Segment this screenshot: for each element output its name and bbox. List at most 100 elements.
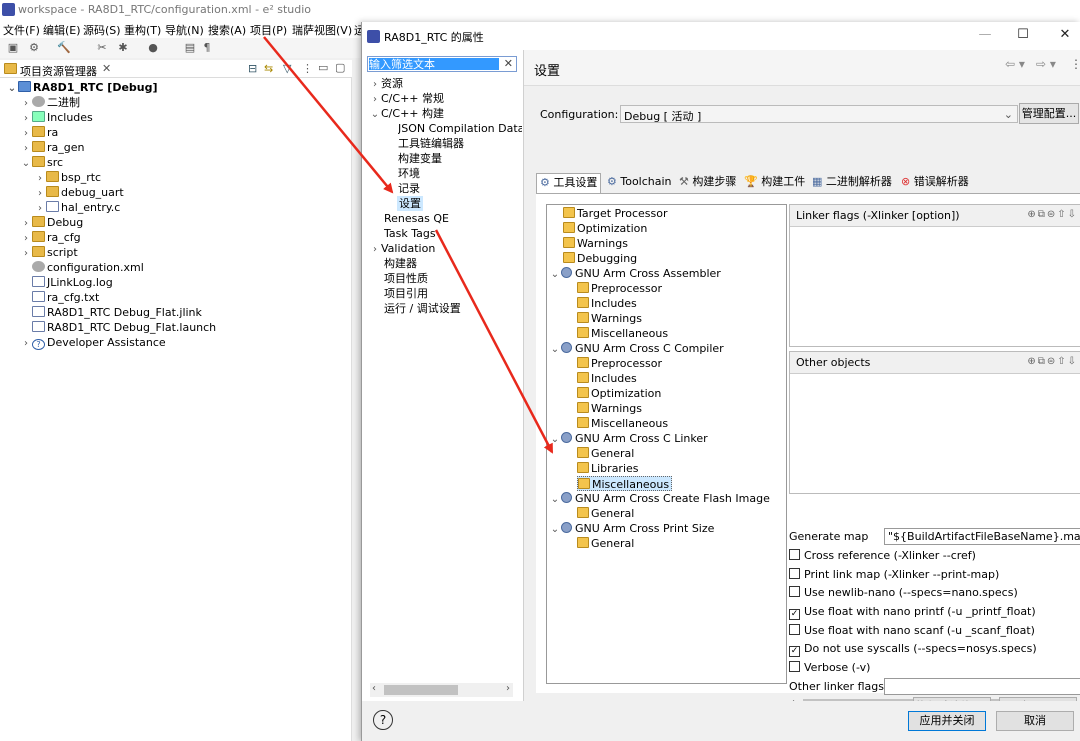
chevron-right-icon[interactable]: › (20, 126, 32, 141)
nav-item-resource[interactable]: ›资源 (369, 76, 403, 91)
tree-item-flash-image[interactable]: ⌄GNU Arm Cross Create Flash Image (549, 491, 770, 506)
nav-item-build-variables[interactable]: 构建变量 (398, 151, 442, 166)
checkbox[interactable] (789, 568, 800, 579)
chevron-right-icon[interactable]: › (20, 216, 32, 231)
chevron-right-icon[interactable]: › (34, 171, 46, 186)
nav-item-run-debug[interactable]: 运行 / 调试设置 (384, 301, 461, 316)
checkbox[interactable] (789, 549, 800, 560)
nav-item-task-tags[interactable]: Task Tags (384, 226, 436, 241)
tree-item-cc-optimization[interactable]: Optimization (577, 386, 661, 401)
chevron-right-icon[interactable]: › (20, 336, 32, 351)
tree-item-bsp-rtc[interactable]: ›bsp_rtc (34, 170, 101, 185)
tool-icon[interactable]: ✂ (95, 41, 109, 55)
tree-item-size-general[interactable]: General (577, 536, 634, 551)
clear-filter-icon[interactable]: ✕ (504, 57, 513, 70)
tree-item-ra-gen[interactable]: ›ra_gen (20, 140, 85, 155)
chevron-right-icon[interactable]: › (369, 242, 381, 257)
filter-input[interactable] (369, 58, 499, 70)
view-menu-icon[interactable]: ⋮ (302, 62, 313, 75)
chevron-right-icon[interactable]: › (20, 246, 32, 261)
filter-field[interactable]: ✕ (367, 56, 517, 72)
tree-item-launch[interactable]: RA8D1_RTC Debug_Flat.launch (20, 320, 216, 335)
open-icon[interactable]: ▤ (183, 41, 197, 55)
tree-item-ra[interactable]: ›ra (20, 125, 58, 140)
tree-item-jlink[interactable]: RA8D1_RTC Debug_Flat.jlink (20, 305, 202, 320)
linker-flags-list[interactable]: Linker flags (-Xlinker [option]) ⊕⧉⊜⇧⇩ (789, 204, 1080, 347)
nav-item-validation[interactable]: ›Validation (369, 241, 435, 256)
manage-configurations-button[interactable]: 管理配置... (1019, 103, 1079, 124)
generate-map-input[interactable]: "${BuildArtifactFileBaseName}.map" (884, 528, 1080, 545)
chevron-right-icon[interactable]: › (20, 231, 32, 246)
chevron-right-icon[interactable]: › (20, 96, 32, 111)
tree-item-src[interactable]: ⌄src (20, 155, 63, 170)
nav-item-environment[interactable]: 环境 (398, 166, 420, 181)
menu-source[interactable]: 源码(S) (83, 22, 121, 38)
tree-item-ra-cfg-txt[interactable]: ra_cfg.txt (20, 290, 99, 305)
nav-item-cpp-general[interactable]: ›C/C++ 常规 (369, 91, 444, 106)
tree-item-print-size[interactable]: ⌄GNU Arm Cross Print Size (549, 521, 714, 536)
checkbox[interactable] (789, 624, 800, 635)
cancel-button[interactable]: 取消 (996, 711, 1074, 731)
tree-item-debugging[interactable]: Debugging (563, 251, 637, 266)
chevron-down-icon[interactable]: ⌄ (549, 342, 561, 357)
close-icon[interactable]: ✕ (102, 62, 111, 75)
option-float-scanf[interactable]: Use float with nano scanf (-u _scanf_flo… (789, 623, 1035, 639)
chevron-down-icon[interactable]: ⌄ (369, 107, 381, 122)
menu-search[interactable]: 搜索(A) (208, 22, 246, 38)
menu-navigate[interactable]: 导航(N) (165, 22, 204, 38)
tree-item-script[interactable]: ›script (20, 245, 78, 260)
tree-item-flash-general[interactable]: General (577, 506, 634, 521)
tree-item-cc-preprocessor[interactable]: Preprocessor (577, 356, 662, 371)
option-newlib-nano[interactable]: Use newlib-nano (--specs=nano.specs) (789, 585, 1018, 601)
list-actions-icon[interactable]: ⊕⧉⊜⇧⇩ (1027, 356, 1078, 367)
tree-item-jlinklog[interactable]: JLinkLog.log (20, 275, 113, 290)
tree-item-c-linker[interactable]: ⌄GNU Arm Cross C Linker (549, 431, 708, 446)
tree-item-ld-general[interactable]: General (577, 446, 634, 461)
option-verbose[interactable]: Verbose (-v) (789, 660, 870, 676)
menu-refactor[interactable]: 重构(T) (124, 22, 161, 38)
paragraph-icon[interactable]: ¶ (200, 41, 214, 55)
chevron-right-icon[interactable]: › (369, 77, 381, 92)
tab-binary-parsers[interactable]: ▦ 二进制解析器 (809, 173, 895, 193)
option-cross-reference[interactable]: Cross reference (-Xlinker --cref) (789, 548, 976, 564)
settings-dropdown-icon[interactable]: ⚙ (27, 41, 41, 55)
project-explorer-tab[interactable]: 项目资源管理器 ✕ ⊟ ⇆ ▽ ⋮ ▭ ▢ (0, 60, 352, 78)
tree-item-asm-warnings[interactable]: Warnings (577, 311, 642, 326)
minimize-icon[interactable]: ▭ (318, 61, 328, 74)
checkbox[interactable] (789, 586, 800, 597)
link-editor-icon[interactable]: ⇆ (264, 62, 273, 75)
tree-item-configuration-xml[interactable]: configuration.xml (20, 260, 144, 275)
chevron-right-icon[interactable]: › (20, 141, 32, 156)
chevron-right-icon[interactable]: › (369, 92, 381, 107)
tree-item-optimization[interactable]: Optimization (563, 221, 647, 236)
tree-item-includes[interactable]: ›Includes (20, 110, 93, 125)
tree-item-asm-misc[interactable]: Miscellaneous (577, 326, 668, 341)
option-print-link-map[interactable]: Print link map (-Xlinker --print-map) (789, 567, 999, 583)
menu-file[interactable]: 文件(F) (3, 22, 40, 38)
tree-item-cc-includes[interactable]: Includes (577, 371, 637, 386)
scroll-right-icon[interactable]: › (506, 683, 510, 694)
nav-item-project-references[interactable]: 项目引用 (384, 286, 428, 301)
collapse-all-icon[interactable]: ⊟ (248, 62, 257, 75)
build-icon[interactable]: 🔨 (57, 41, 71, 55)
nav-item-builders[interactable]: 构建器 (384, 256, 417, 271)
tree-item-developer-assistance[interactable]: ›?Developer Assistance (20, 335, 166, 350)
chevron-right-icon[interactable]: › (34, 201, 46, 216)
nav-item-renesas-qe[interactable]: Renesas QE (384, 211, 449, 226)
chevron-right-icon[interactable]: › (20, 111, 32, 126)
tab-build-artifact[interactable]: 🏆 构建工件 (741, 173, 808, 193)
chevron-down-icon[interactable]: ⌄ (549, 432, 561, 447)
chevron-down-icon[interactable]: ⌄ (6, 81, 18, 96)
tree-item-binaries[interactable]: ›二进制 (20, 95, 80, 110)
save-icon[interactable]: ▣ (6, 41, 20, 55)
nav-horizontal-scrollbar[interactable]: ‹ › (370, 683, 513, 697)
nav-item-settings[interactable]: 设置 (397, 196, 423, 211)
scroll-left-icon[interactable]: ‹ (372, 683, 376, 694)
tree-item-cc-misc[interactable]: Miscellaneous (577, 416, 668, 431)
help-icon[interactable]: ? (373, 710, 393, 730)
run-icon[interactable]: ● (146, 41, 160, 55)
menu-icon[interactable]: ⋮ (1070, 57, 1080, 71)
chevron-down-icon[interactable]: ⌄ (549, 522, 561, 537)
tree-item-cc-warnings[interactable]: Warnings (577, 401, 642, 416)
maximize-icon[interactable]: ☐ (1013, 27, 1033, 45)
